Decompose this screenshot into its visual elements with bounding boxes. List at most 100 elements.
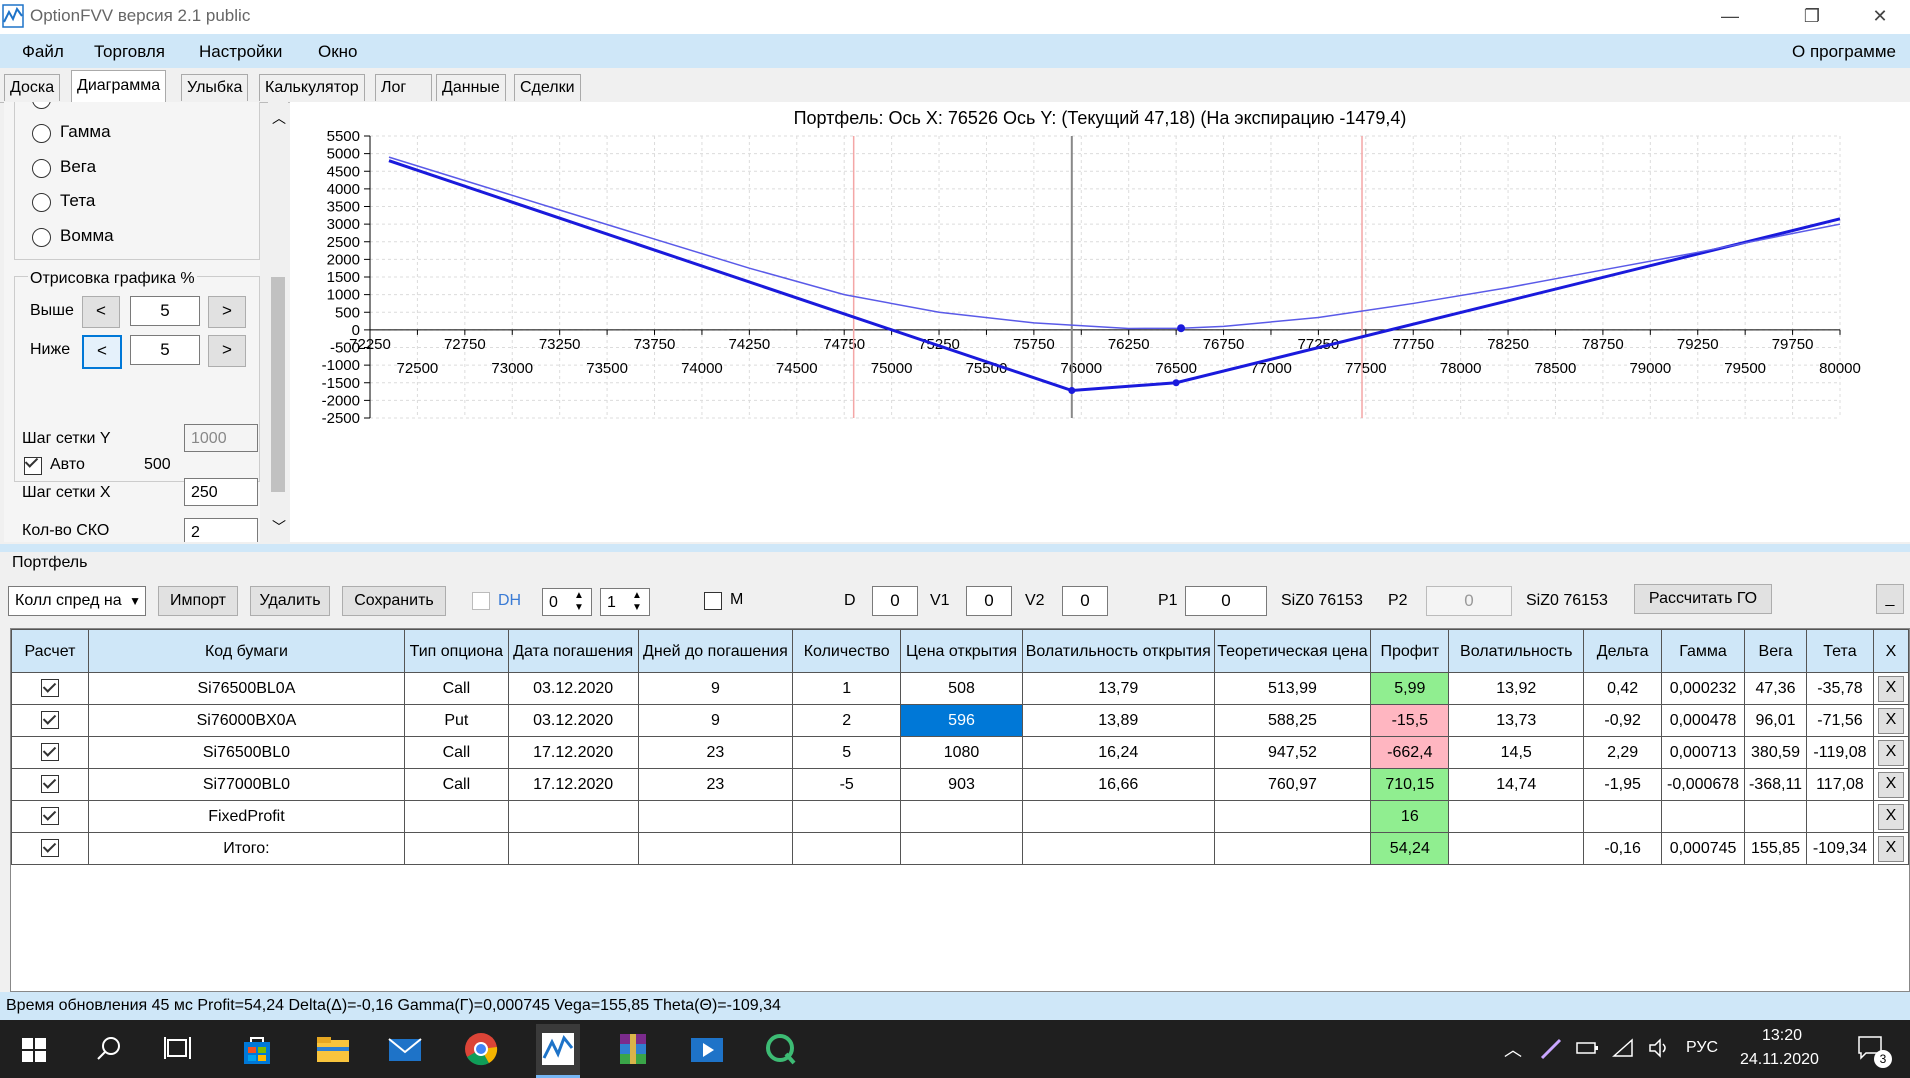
cell-qty[interactable]: 1 bbox=[792, 672, 902, 705]
cell-vol[interactable]: 13,73 bbox=[1448, 704, 1585, 737]
cell-vol-open[interactable] bbox=[1021, 800, 1215, 833]
windows-start-icon[interactable] bbox=[22, 1038, 46, 1062]
cell-price[interactable]: 1080 bbox=[900, 736, 1023, 769]
v1-field[interactable]: 0 bbox=[966, 586, 1012, 616]
p1-field[interactable]: 0 bbox=[1185, 586, 1267, 616]
remove-row-button[interactable]: X bbox=[1877, 835, 1904, 862]
menu-settings[interactable]: Настройки bbox=[199, 42, 282, 62]
panel-minimize-button[interactable]: _ bbox=[1876, 584, 1904, 614]
tray-expand-icon[interactable]: ︿ bbox=[1504, 1036, 1522, 1062]
cell-vega[interactable]: 96,01 bbox=[1744, 704, 1807, 737]
below-value-field[interactable]: 5 bbox=[130, 335, 200, 365]
cell-theta[interactable]: -109,34 bbox=[1805, 832, 1874, 865]
cell-gamma[interactable]: 0,000232 bbox=[1661, 672, 1746, 705]
tab-calculator[interactable]: Калькулятор bbox=[259, 74, 365, 101]
strategy-select[interactable]: Колл спред на ▼ bbox=[8, 586, 146, 616]
panel-splitter[interactable] bbox=[0, 544, 1910, 552]
cell-theo[interactable] bbox=[1213, 832, 1372, 865]
cell-vol-open[interactable]: 16,24 bbox=[1021, 736, 1215, 769]
cell-price[interactable]: 508 bbox=[900, 672, 1023, 705]
calc-checkbox[interactable] bbox=[11, 672, 89, 705]
cell-delta[interactable]: 0,42 bbox=[1583, 672, 1663, 705]
cell-profit[interactable]: 16 bbox=[1370, 800, 1450, 833]
cell-profit[interactable]: 5,99 bbox=[1370, 672, 1450, 705]
cell-gamma[interactable]: 0,000478 bbox=[1661, 704, 1746, 737]
tab-board[interactable]: Доска bbox=[4, 74, 61, 101]
volume-icon[interactable] bbox=[1648, 1038, 1672, 1058]
col-gamma[interactable]: Гамма bbox=[1661, 629, 1746, 673]
wifi-icon[interactable] bbox=[1612, 1036, 1636, 1060]
tab-deals[interactable]: Сделки bbox=[514, 74, 581, 101]
cell-days[interactable] bbox=[637, 800, 794, 833]
cell-type[interactable] bbox=[403, 800, 509, 833]
cell-days[interactable]: 23 bbox=[637, 768, 794, 801]
table-row[interactable]: Si77000BL0 Call 17.12.2020 23 -5 903 16,66 760,… bbox=[11, 768, 1910, 801]
spin-0-field[interactable]: 0 bbox=[542, 588, 592, 616]
remove-row-button[interactable]: X bbox=[1877, 739, 1904, 766]
cell-vol-open[interactable]: 16,66 bbox=[1021, 768, 1215, 801]
cell-theta[interactable]: -119,08 bbox=[1805, 736, 1874, 769]
cell-price[interactable] bbox=[900, 800, 1023, 833]
cell-qty[interactable] bbox=[792, 832, 902, 865]
table-row[interactable]: Si76000BX0A Put 03.12.2020 9 2 596 13,89 588,25… bbox=[11, 704, 1910, 737]
tab-smile[interactable]: Улыбка bbox=[181, 74, 249, 101]
menu-about[interactable]: О программе bbox=[1792, 42, 1896, 62]
cell-type[interactable]: Call bbox=[403, 768, 509, 801]
below-decrease-button[interactable]: < bbox=[82, 335, 122, 369]
cell-theo[interactable]: 513,99 bbox=[1213, 672, 1372, 705]
cell-delta[interactable] bbox=[1583, 800, 1663, 833]
cell-vol[interactable]: 13,92 bbox=[1448, 672, 1585, 705]
cell-type[interactable]: Call bbox=[403, 736, 509, 769]
cell-date[interactable]: 17.12.2020 bbox=[507, 736, 639, 769]
cell-vol-open[interactable]: 13,79 bbox=[1021, 672, 1215, 705]
checkmark-icon[interactable] bbox=[40, 679, 59, 697]
cell-vol-open[interactable] bbox=[1021, 832, 1215, 865]
optionfvv-app-icon[interactable] bbox=[539, 1030, 577, 1068]
cell-gamma[interactable]: -0,000678 bbox=[1661, 768, 1746, 801]
cell-days[interactable]: 9 bbox=[637, 672, 794, 705]
spin-1-arrows-icon[interactable]: ▲ ▼ bbox=[632, 590, 642, 614]
checkmark-icon[interactable] bbox=[40, 711, 59, 729]
checkmark-icon[interactable] bbox=[40, 839, 59, 857]
cell-date[interactable]: 03.12.2020 bbox=[507, 704, 639, 737]
cell-date[interactable]: 17.12.2020 bbox=[507, 768, 639, 801]
cell-code[interactable]: FixedProfit bbox=[87, 800, 405, 833]
cell-theta[interactable]: -71,56 bbox=[1805, 704, 1874, 737]
col-price[interactable]: Цена открытия bbox=[900, 629, 1023, 673]
cell-vega[interactable]: 47,36 bbox=[1744, 672, 1807, 705]
cell-code[interactable]: Si76000BX0A bbox=[87, 704, 405, 737]
calc-checkbox[interactable] bbox=[11, 736, 89, 769]
cell-type[interactable] bbox=[403, 832, 509, 865]
above-decrease-button[interactable]: < bbox=[82, 296, 120, 328]
battery-icon[interactable] bbox=[1576, 1040, 1600, 1056]
cell-code[interactable]: Si77000BL0 bbox=[87, 768, 405, 801]
cell-delta[interactable]: -1,95 bbox=[1583, 768, 1663, 801]
cell-qty[interactable]: 2 bbox=[792, 704, 902, 737]
cell-price[interactable] bbox=[900, 832, 1023, 865]
cell-type[interactable]: Call bbox=[403, 672, 509, 705]
cell-vol[interactable]: 14,74 bbox=[1448, 768, 1585, 801]
minimize-button[interactable]: — bbox=[1700, 0, 1760, 34]
table-row[interactable]: Итого: 54,24 -0,16 0,000745 155,85 -109,34 X bbox=[11, 832, 1910, 865]
radio-vega[interactable] bbox=[32, 159, 51, 178]
cell-theo[interactable] bbox=[1213, 800, 1372, 833]
table-row[interactable]: Si76500BL0 Call 17.12.2020 23 5 1080 16,24 947,… bbox=[11, 736, 1910, 769]
table-row[interactable]: FixedProfit 16 X bbox=[11, 800, 1910, 833]
cell-price[interactable]: 596 bbox=[900, 704, 1023, 737]
cell-type[interactable]: Put bbox=[403, 704, 509, 737]
menu-file[interactable]: Файл bbox=[22, 42, 64, 62]
calc-checkbox[interactable] bbox=[11, 704, 89, 737]
media-player-icon[interactable] bbox=[688, 1030, 726, 1068]
col-calc[interactable]: Расчет bbox=[11, 629, 89, 673]
calc-checkbox[interactable] bbox=[11, 768, 89, 801]
cell-vol[interactable]: 14,5 bbox=[1448, 736, 1585, 769]
grid-step-y-field[interactable]: 1000 bbox=[184, 424, 258, 452]
pen-icon[interactable] bbox=[1540, 1038, 1562, 1060]
chrome-icon[interactable] bbox=[462, 1030, 500, 1068]
cell-qty[interactable] bbox=[792, 800, 902, 833]
save-button[interactable]: Сохранить bbox=[342, 586, 446, 616]
dh-checkbox[interactable] bbox=[472, 592, 490, 610]
menu-trading[interactable]: Торговля bbox=[94, 42, 165, 62]
cell-gamma[interactable]: 0,000745 bbox=[1661, 832, 1746, 865]
col-vega[interactable]: Вега bbox=[1744, 629, 1807, 673]
